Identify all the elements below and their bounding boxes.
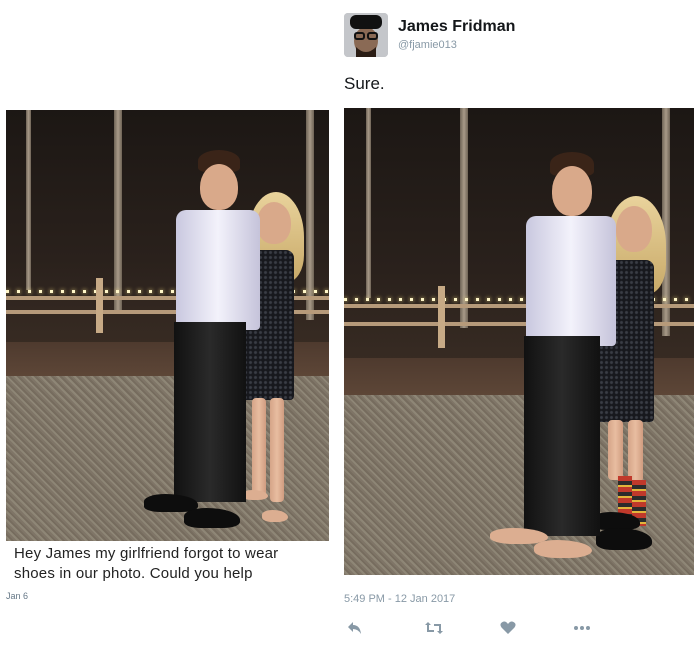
retweet-glyph	[425, 622, 443, 634]
author-handle[interactable]: @fjamie013	[398, 39, 457, 51]
tweet-text: Sure.	[344, 74, 385, 93]
retweet-icon[interactable]	[424, 621, 444, 637]
tweet-photo[interactable]	[344, 108, 694, 575]
original-photo[interactable]	[6, 110, 329, 541]
request-caption: Hey James my girlfriend forgot to wear s…	[6, 541, 329, 588]
request-date: Jan 6	[6, 591, 29, 601]
avatar[interactable]	[344, 13, 388, 57]
avatar-image	[344, 13, 388, 57]
author-name[interactable]: James Fridman	[398, 18, 515, 36]
more-glyph	[574, 626, 590, 630]
reply-glyph	[348, 622, 361, 634]
heart-glyph	[500, 621, 516, 634]
tweet-timestamp[interactable]: 5:49 PM - 12 Jan 2017	[344, 593, 455, 605]
more-icon[interactable]	[572, 621, 592, 637]
reply-icon[interactable]	[345, 621, 365, 637]
heart-icon[interactable]	[498, 621, 518, 637]
